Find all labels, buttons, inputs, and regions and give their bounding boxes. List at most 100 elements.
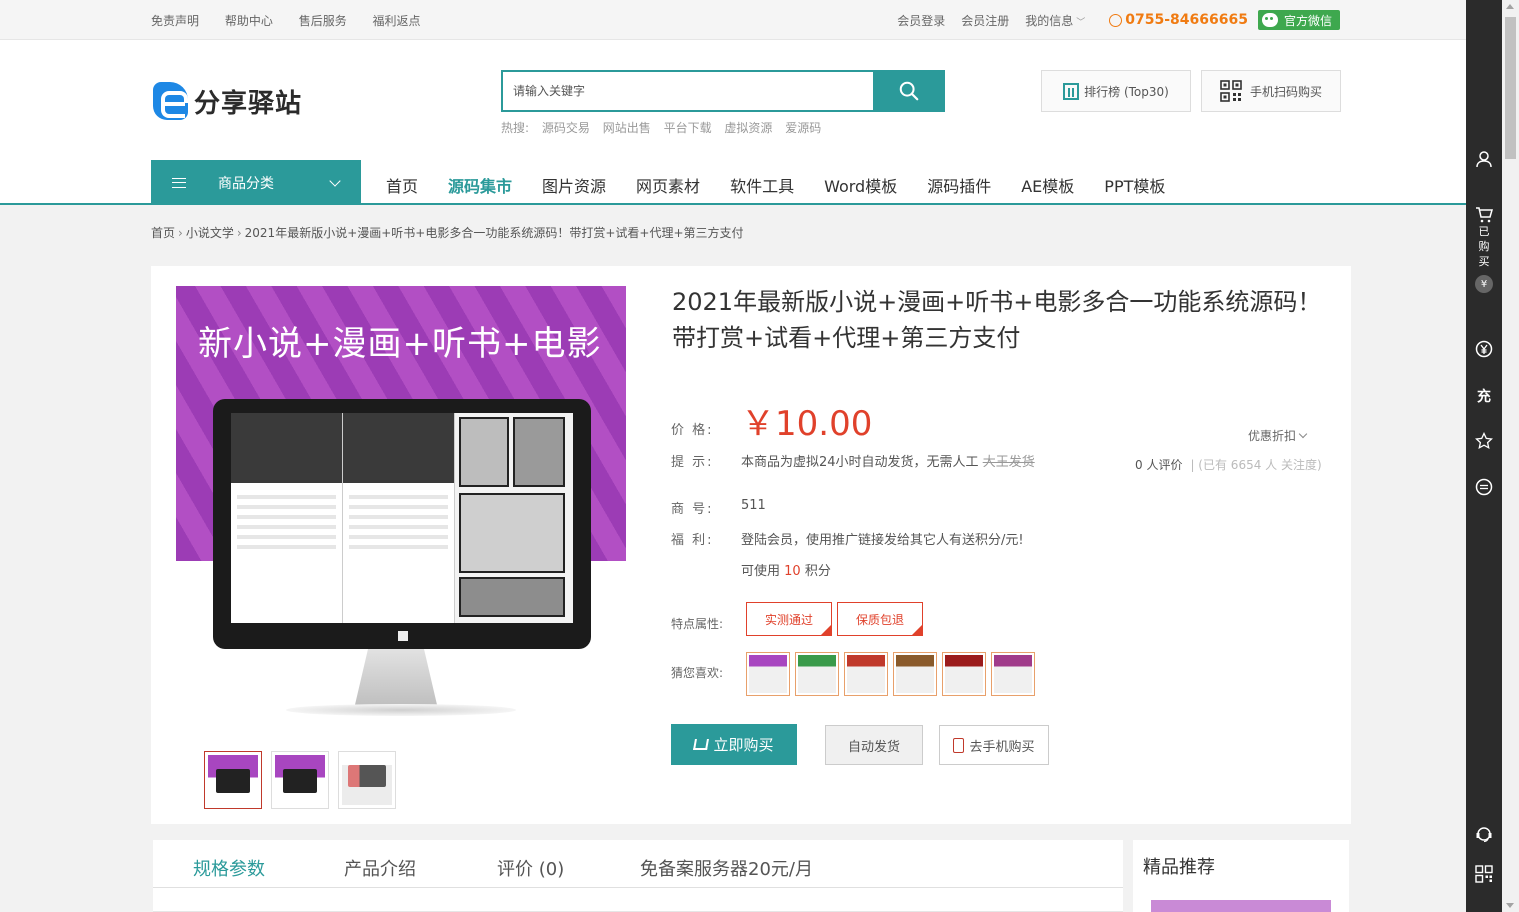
login-link[interactable]: 会员登录 [897,12,945,29]
thumbnail-image [208,755,258,805]
recommend-image[interactable] [1151,900,1331,912]
breadcrumb-separator-icon: › [178,226,183,240]
thumbnail-image [342,755,392,805]
tab-server-promo[interactable]: 免备案服务器20元/月 [640,855,813,881]
mobile-phone-icon [953,737,965,753]
buy-now-button[interactable]: 立即购买 [671,724,797,765]
thumbnail-list [204,751,405,809]
sidebar-support[interactable] [1466,825,1502,843]
screen-panel [343,413,455,623]
screen-row [237,525,336,529]
review-summary: 0 人评价 | (已有 6654 人 关注度) [1135,456,1322,473]
sidebar-purchased[interactable]: 已购买 ¥ [1466,206,1502,293]
screen-row [237,495,336,499]
my-info-link[interactable]: 我的信息 ﹀ [1025,12,1085,29]
scrollbar-thumb[interactable] [1505,17,1516,159]
sku-label: 商 号: [671,502,714,517]
guess-item[interactable] [746,652,790,696]
nav-item-home[interactable]: 首页 [386,173,418,197]
yen-circle-icon [1475,340,1493,358]
sidebar-wallet[interactable] [1466,340,1502,358]
breadcrumb: 首页 › 小说文学 › 2021年最新版小说+漫画+听书+电影多合一功能系统源码！带打赏… [151,224,744,241]
comic-frame [459,577,565,617]
feature-tag[interactable]: 保质包退 [837,602,923,636]
tip-text-strike: 大王发货 [982,455,1035,470]
discount-dropdown[interactable]: 优惠折扣 [1248,427,1308,444]
sidebar-messages[interactable] [1466,478,1502,496]
sidebar-recharge[interactable]: 充 [1466,386,1502,406]
tab-specs[interactable]: 规格参数 [193,855,265,881]
nav-item-word[interactable]: Word模板 [824,173,897,197]
nav-item-software[interactable]: 软件工具 [730,173,794,197]
disclaimer-link[interactable]: 免责声明 [151,14,199,28]
auto-delivery-button[interactable]: 自动发货 [825,725,923,765]
mobile-buy-button[interactable]: 去手机购买 [939,725,1049,765]
guess-item-image [994,655,1032,693]
sku-value: 511 [741,498,766,513]
review-count[interactable]: 0 人评价 [1135,458,1182,472]
sidebar-user[interactable] [1466,150,1502,168]
guess-item[interactable] [893,652,937,696]
thumbnail-image [275,755,325,805]
buy-now-label: 立即购买 [713,736,774,754]
cart-icon [1476,207,1493,223]
recommend-title: 精品推荐 [1143,857,1215,878]
search-button[interactable] [873,70,945,112]
screen-panel-header [231,413,342,483]
guess-item[interactable] [795,652,839,696]
nav-item-images[interactable]: 图片资源 [542,173,606,197]
followers-count: | (已有 6654 人 关注度) [1190,458,1322,472]
scroll-up-arrow-icon[interactable] [1506,4,1514,9]
thumbnail[interactable] [204,751,262,809]
after-sales-link[interactable]: 售后服务 [299,14,347,28]
thumbnail[interactable] [338,751,396,809]
hot-search-item[interactable]: 源码交易 [542,121,590,135]
breadcrumb-home[interactable]: 首页 [151,226,175,240]
ranking-button[interactable]: 排行榜 (Top30) [1041,70,1191,112]
right-sidebar: 已购买 ¥ 充 [1466,0,1502,912]
price-label: 价 格: [671,423,714,438]
register-link[interactable]: 会员注册 [961,12,1009,29]
windows-logo-icon [398,631,408,641]
tab-reviews[interactable]: 评价 (0) [497,855,564,881]
category-menu-button[interactable]: 商品分类 [151,160,361,205]
guess-you-like-list [746,652,1040,696]
guess-item[interactable] [942,652,986,696]
comic-frame [459,493,565,573]
screen-comic-panel [455,413,573,623]
nav-item-source-market[interactable]: 源码集市 [448,173,512,197]
hot-search-item[interactable]: 网站出售 [603,121,651,135]
nav-item-plugins[interactable]: 源码插件 [927,173,991,197]
page-scrollbar[interactable] [1502,0,1519,912]
main-nav: 商品分类 首页 源码集市 图片资源 网页素材 软件工具 Word模板 源码插件 … [0,160,1466,205]
tip-label: 提 示: [671,455,714,470]
screen-panel-header [343,413,454,483]
tab-introduction[interactable]: 产品介绍 [344,855,416,881]
scroll-down-arrow-icon[interactable] [1506,903,1514,908]
thumbnail[interactable] [271,751,329,809]
welfare-link[interactable]: 福利返点 [373,14,421,28]
star-icon [1475,432,1493,450]
mobile-scan-button[interactable]: 手机扫码购买 [1201,70,1341,112]
search-input[interactable] [501,70,873,112]
product-main-image[interactable]: 新小说+漫画+听书+电影 [176,286,626,736]
message-icon [1475,478,1493,496]
breadcrumb-separator-icon: › [236,226,242,240]
sidebar-qrcode[interactable] [1466,865,1502,883]
search-icon [899,81,919,101]
feature-tag[interactable]: 实测通过 [746,602,832,636]
help-center-link[interactable]: 帮助中心 [225,14,273,28]
sidebar-favorite[interactable] [1466,432,1502,450]
site-logo[interactable]: 分享驿站 [153,82,302,120]
official-wechat-button[interactable]: 官方微信 [1257,10,1340,30]
hot-search-item[interactable]: 虚拟资源 [724,121,772,135]
breadcrumb-category[interactable]: 小说文学 [186,226,234,240]
nav-item-ae[interactable]: AE模板 [1021,173,1074,197]
hot-search-item[interactable]: 爱源码 [785,121,821,135]
guess-item[interactable] [844,652,888,696]
monitor-screen [231,413,573,623]
nav-item-web-assets[interactable]: 网页素材 [636,173,700,197]
nav-item-ppt[interactable]: PPT模板 [1104,173,1165,197]
guess-item[interactable] [991,652,1035,696]
hot-search-item[interactable]: 平台下载 [664,121,712,135]
